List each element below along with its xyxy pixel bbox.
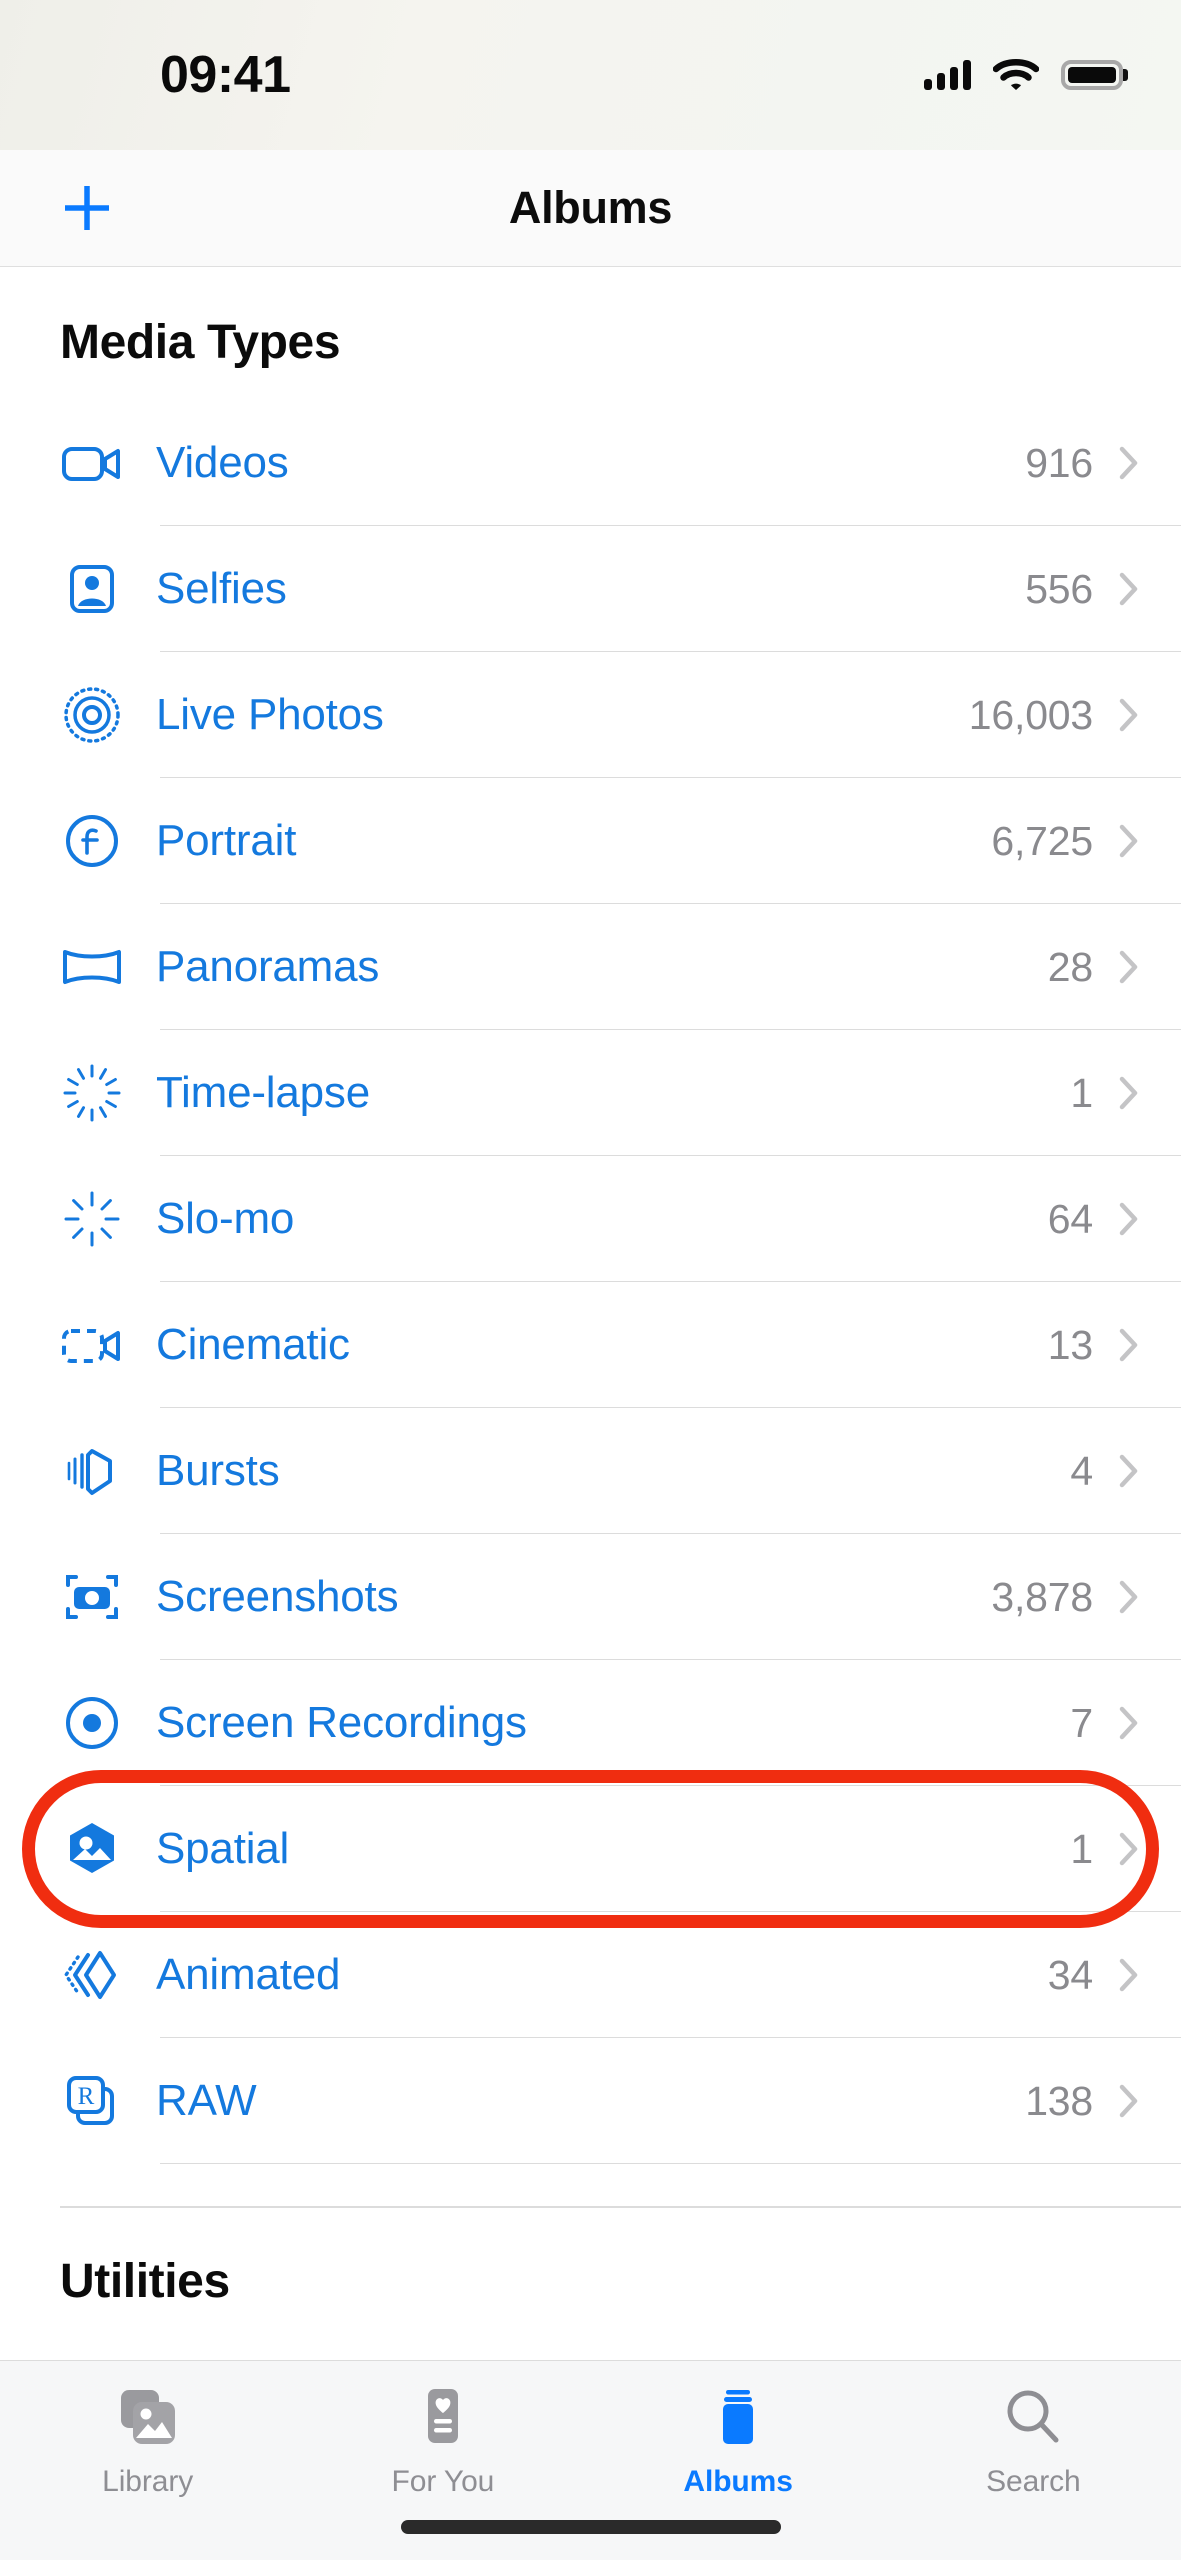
album-label: Selfies: [156, 564, 287, 613]
plus-icon: [65, 186, 109, 230]
album-count: 1: [1070, 1825, 1093, 1872]
spatial-hexagon-icon: [56, 1813, 128, 1885]
chevron-right-icon: [1119, 1580, 1138, 1614]
status-bar: 09:41: [0, 0, 1181, 150]
album-count: 34: [1047, 1951, 1093, 1998]
animated-diamond-icon: [56, 1939, 128, 2011]
chevron-right-icon: [1119, 446, 1138, 480]
tab-label: Library: [102, 2465, 194, 2498]
album-count: 1: [1070, 1069, 1093, 1116]
chevron-right-icon: [1119, 824, 1138, 858]
chevron-right-icon: [1119, 1202, 1138, 1236]
album-label: Slo-mo: [156, 1194, 295, 1243]
chevron-right-icon: [1119, 1958, 1138, 1992]
tab-label: Search: [986, 2465, 1081, 2498]
album-row-bursts[interactable]: Bursts 4: [0, 1408, 1181, 1534]
live-photo-icon: [56, 679, 128, 751]
album-label: Screen Recordings: [156, 1698, 527, 1747]
cinematic-video-icon: [56, 1309, 128, 1381]
album-label: Time-lapse: [156, 1068, 370, 1117]
album-row-slo-mo[interactable]: Slo-mo 64: [0, 1156, 1181, 1282]
album-count: 916: [1025, 439, 1093, 486]
album-label: Live Photos: [156, 690, 384, 739]
album-row-videos[interactable]: Videos 916: [0, 400, 1181, 526]
tab-bar: Library For You Albums Search: [0, 2360, 1181, 2560]
album-row-selfies[interactable]: Selfies 556: [0, 526, 1181, 652]
tab-label: For You: [391, 2465, 495, 2498]
albums-list[interactable]: Media Types Videos 916 Selfies 556 Live …: [0, 267, 1181, 2360]
album-row-portrait[interactable]: Portrait 6,725: [0, 778, 1181, 904]
album-count: 4: [1070, 1447, 1093, 1494]
album-row-screenshots[interactable]: Screenshots 3,878: [0, 1534, 1181, 1660]
album-row-live-photos[interactable]: Live Photos 16,003: [0, 652, 1181, 778]
panorama-icon: [56, 931, 128, 1003]
section-header-media-types: Media Types: [60, 316, 341, 369]
album-label: Panoramas: [156, 942, 380, 991]
photos-albums-screen: 09:41 Albums Media Types Videos 916 Self…: [0, 0, 1181, 2560]
album-row-cinematic[interactable]: Cinematic 13: [0, 1282, 1181, 1408]
album-count: 7: [1070, 1699, 1093, 1746]
album-count: 6,725: [991, 817, 1093, 864]
status-time: 09:41: [160, 46, 291, 104]
album-count: 556: [1025, 565, 1093, 612]
albums-book-icon: [707, 2383, 769, 2451]
album-count: 28: [1047, 943, 1093, 990]
magnifier-icon: [1002, 2383, 1064, 2451]
video-camera-icon: [56, 427, 128, 499]
album-count: 13: [1047, 1321, 1093, 1368]
album-row-screen-recordings[interactable]: Screen Recordings 7: [0, 1660, 1181, 1786]
chevron-right-icon: [1119, 950, 1138, 984]
battery-icon: [1061, 60, 1123, 90]
chevron-right-icon: [1119, 1706, 1138, 1740]
album-row-time-lapse[interactable]: Time-lapse 1: [0, 1030, 1181, 1156]
svg-text:R: R: [78, 2083, 95, 2110]
tab-albums[interactable]: Albums: [591, 2383, 886, 2499]
album-label: Bursts: [156, 1446, 280, 1495]
add-album-button[interactable]: [56, 177, 118, 239]
slomo-icon: [56, 1183, 128, 1255]
cellular-signal-icon: [924, 60, 971, 90]
album-count: 3,878: [991, 1573, 1093, 1620]
home-indicator: [400, 2520, 781, 2534]
timelapse-icon: [56, 1057, 128, 1129]
tab-search[interactable]: Search: [886, 2383, 1181, 2499]
album-label: Cinematic: [156, 1320, 350, 1369]
chevron-right-icon: [1119, 1454, 1138, 1488]
screenshot-camera-icon: [56, 1561, 128, 1633]
album-label: Animated: [156, 1950, 341, 1999]
album-row-animated[interactable]: Animated 34: [0, 1912, 1181, 2038]
album-label: Screenshots: [156, 1572, 399, 1621]
album-label: Videos: [156, 438, 289, 487]
tab-library[interactable]: Library: [0, 2383, 295, 2499]
portrait-aperture-icon: [56, 805, 128, 877]
album-label: RAW: [156, 2076, 257, 2125]
for-you-card-icon: [412, 2383, 474, 2451]
section-header-utilities: Utilities: [60, 2254, 230, 2308]
chevron-right-icon: [1119, 2084, 1138, 2118]
album-row-spatial[interactable]: Spatial 1: [0, 1786, 1181, 1912]
status-bar-indicators: [924, 58, 1123, 92]
photo-library-icon: [117, 2383, 179, 2451]
album-label: Portrait: [156, 816, 297, 865]
chevron-right-icon: [1119, 1832, 1138, 1866]
chevron-right-icon: [1119, 1076, 1138, 1110]
bursts-stack-icon: [56, 1435, 128, 1507]
raw-file-icon: R: [56, 2065, 128, 2137]
album-label: Spatial: [156, 1824, 290, 1873]
album-count: 64: [1047, 1195, 1093, 1242]
album-row-panoramas[interactable]: Panoramas 28: [0, 904, 1181, 1030]
navigation-bar: Albums: [0, 150, 1181, 267]
wifi-icon: [993, 59, 1039, 90]
album-count: 138: [1025, 2077, 1093, 2124]
screen-recording-icon: [56, 1687, 128, 1759]
album-count: 16,003: [968, 691, 1093, 738]
tab-for-you[interactable]: For You: [295, 2383, 590, 2499]
chevron-right-icon: [1119, 572, 1138, 606]
page-title: Albums: [508, 182, 673, 233]
tab-label: Albums: [683, 2465, 793, 2498]
selfie-person-icon: [56, 553, 128, 625]
album-row-raw[interactable]: R RAW 138: [0, 2038, 1181, 2164]
chevron-right-icon: [1119, 1328, 1138, 1362]
chevron-right-icon: [1119, 698, 1138, 732]
